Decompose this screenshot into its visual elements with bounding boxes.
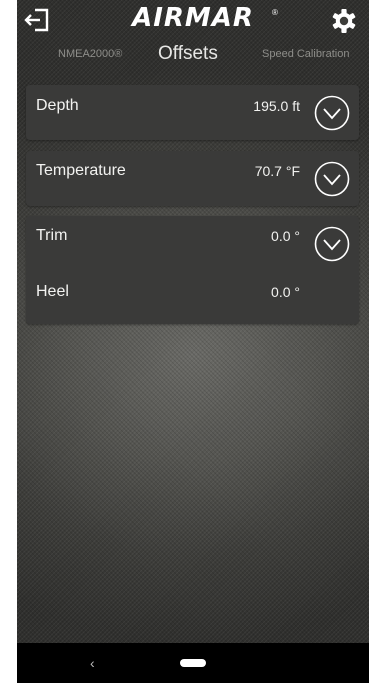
gear-icon[interactable] (331, 8, 357, 34)
tab-bar: NMEA2000® Offsets Speed Calibration (17, 40, 369, 68)
depth-offset-card: Depth 195.0 ft (26, 85, 359, 140)
trim-label: Trim (36, 227, 68, 244)
temperature-offset-card: Temperature 70.7 °F (26, 151, 359, 206)
depth-value: 195.0 ft (253, 98, 300, 114)
registered-mark: ® (272, 8, 278, 17)
airmar-logo: AIRMAR (132, 3, 254, 33)
exit-icon[interactable] (23, 6, 51, 34)
trim-heel-expand-chevron-icon[interactable] (314, 226, 350, 262)
app-screen: AIRMAR ® NMEA2000® Offsets Speed Calibra… (17, 0, 369, 683)
depth-label: Depth (36, 97, 79, 114)
temperature-label: Temperature (36, 162, 126, 179)
heel-value: 0.0 ° (271, 284, 300, 300)
system-nav-bar: ‹ (17, 643, 369, 683)
depth-expand-chevron-icon[interactable] (314, 95, 350, 131)
app-header: AIRMAR ® (17, 0, 369, 40)
tab-speed-calibration[interactable]: Speed Calibration (262, 40, 349, 68)
heel-label: Heel (36, 283, 69, 300)
trim-value: 0.0 ° (271, 228, 300, 244)
tab-nmea2000[interactable]: NMEA2000® (58, 40, 122, 68)
temperature-expand-chevron-icon[interactable] (314, 161, 350, 197)
temperature-value: 70.7 °F (254, 163, 300, 179)
tab-offsets[interactable]: Offsets (158, 40, 218, 68)
trim-heel-offset-card: Trim 0.0 ° Heel 0.0 ° (26, 216, 359, 324)
nav-back-button[interactable]: ‹ (90, 655, 95, 671)
nav-home-pill[interactable] (180, 659, 206, 667)
